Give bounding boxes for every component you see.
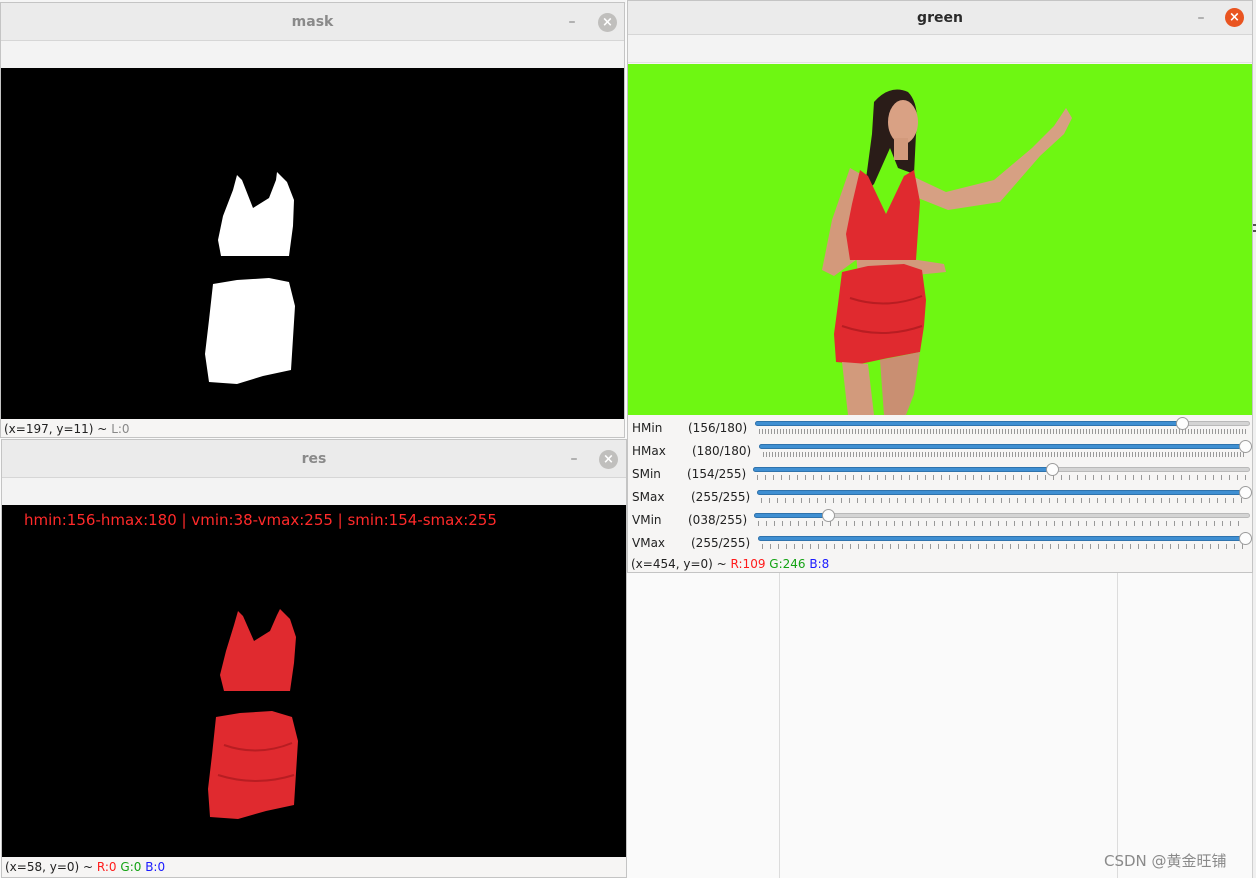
trackbar-ticks bbox=[763, 452, 1246, 457]
res-image[interactable]: hmin:156-hmax:180 | vmin:38-vmax:255 | s… bbox=[2, 505, 626, 857]
trackbar-label: VMax bbox=[632, 536, 666, 550]
minimize-button[interactable]: – bbox=[564, 14, 580, 30]
green-statusbar: (x=454, y=0) ~ R:109 G:246 B:8 bbox=[628, 555, 830, 572]
minimize-button[interactable]: – bbox=[1193, 10, 1209, 26]
trackbar-vmin: VMin (038/255) bbox=[628, 509, 1252, 532]
trackbar-label: VMin bbox=[632, 513, 662, 527]
trackbar-value: (180/180) bbox=[692, 444, 752, 458]
cursor-coords: (x=58, y=0) ~ bbox=[5, 860, 94, 874]
trackbar-slider[interactable] bbox=[757, 486, 1252, 499]
trackbar-value: (255/255) bbox=[691, 536, 751, 550]
trackbar-ticks bbox=[757, 475, 1246, 480]
trackbar-fill bbox=[754, 513, 828, 518]
trackbar-fill bbox=[757, 490, 1248, 495]
green-value: G:246 bbox=[769, 557, 806, 571]
mask-window: mask – × (x=197, y=11) ~ L:0 bbox=[0, 2, 625, 438]
green-toolbar bbox=[628, 35, 1252, 63]
trackbar-hmin: HMin (156/180) bbox=[628, 417, 1252, 440]
trackbar-ticks bbox=[761, 498, 1246, 503]
trackbar-slider[interactable] bbox=[759, 440, 1252, 453]
trackbar-smax: SMax (255/255) bbox=[628, 486, 1252, 509]
trackbar-hmax: HMax (180/180) bbox=[628, 440, 1252, 463]
close-button[interactable]: × bbox=[598, 13, 617, 32]
trackbar-fill bbox=[755, 421, 1182, 426]
close-button[interactable]: × bbox=[1225, 8, 1244, 27]
green-screen-image[interactable] bbox=[628, 64, 1252, 415]
trackbar-label: HMin bbox=[632, 421, 663, 435]
res-statusbar: (x=58, y=0) ~ R:0 G:0 B:0 bbox=[2, 858, 165, 876]
trackbar-label: SMax bbox=[632, 490, 665, 504]
green-window: green – × HMin (156/180) HMax (180/180) SMin… bbox=[627, 0, 1253, 573]
trackbar-ticks bbox=[762, 544, 1246, 549]
res-window: res – × hmin:156-hmax:180 | vmin:38-vmax… bbox=[1, 439, 627, 878]
trackbar-label: SMin bbox=[632, 467, 661, 481]
mask-statusbar: (x=197, y=11) ~ L:0 bbox=[1, 420, 130, 437]
mask-image[interactable] bbox=[1, 68, 624, 419]
trackbar-label: HMax bbox=[632, 444, 666, 458]
trackbar-smin: SMin (154/255) bbox=[628, 463, 1252, 486]
trackbar-value: (255/255) bbox=[691, 490, 751, 504]
cursor-coords: (x=454, y=0) ~ bbox=[631, 557, 727, 571]
window-title: mask bbox=[291, 14, 334, 30]
minimize-button[interactable]: – bbox=[566, 451, 582, 467]
trackbar-fill bbox=[758, 536, 1248, 541]
trackbar-ticks bbox=[759, 429, 1246, 434]
green-titlebar[interactable]: green – × bbox=[628, 1, 1252, 35]
watermark: CSDN @黄金旺铺 bbox=[1104, 852, 1227, 870]
mask-toolbar bbox=[1, 41, 624, 69]
res-titlebar[interactable]: res – × bbox=[2, 440, 626, 478]
res-dress bbox=[208, 609, 298, 819]
trackbar-slider[interactable] bbox=[753, 463, 1250, 476]
red-value: R:0 bbox=[96, 860, 117, 874]
res-toolbar bbox=[2, 478, 626, 506]
red-value: R:109 bbox=[730, 557, 766, 571]
trackbar-value: (154/255) bbox=[687, 467, 747, 481]
close-button[interactable]: × bbox=[599, 450, 618, 469]
trackbar-slider[interactable] bbox=[758, 532, 1252, 545]
mask-shape bbox=[205, 172, 295, 384]
blue-value: B:0 bbox=[145, 860, 166, 874]
trackbar-fill bbox=[759, 444, 1248, 449]
trackbar-ticks bbox=[758, 521, 1246, 526]
blue-value: B:8 bbox=[809, 557, 830, 571]
background-divider bbox=[779, 573, 780, 878]
trackbar-value: (156/180) bbox=[688, 421, 748, 435]
luminance-value: L:0 bbox=[111, 422, 130, 436]
window-title: res bbox=[301, 451, 327, 467]
cursor-coords: (x=197, y=11) ~ bbox=[4, 422, 108, 436]
trackbar-slider[interactable] bbox=[755, 417, 1250, 430]
trackbar-value: (038/255) bbox=[688, 513, 748, 527]
trackbar-vmax: VMax (255/255) bbox=[628, 532, 1252, 555]
trackbar-slider[interactable] bbox=[754, 509, 1250, 522]
trackbar-fill bbox=[753, 467, 1052, 472]
green-value: G:0 bbox=[120, 860, 142, 874]
background-divider bbox=[1117, 573, 1118, 878]
person-figure bbox=[822, 89, 1072, 415]
mask-titlebar[interactable]: mask – × bbox=[1, 3, 624, 41]
window-title: green bbox=[917, 10, 963, 26]
